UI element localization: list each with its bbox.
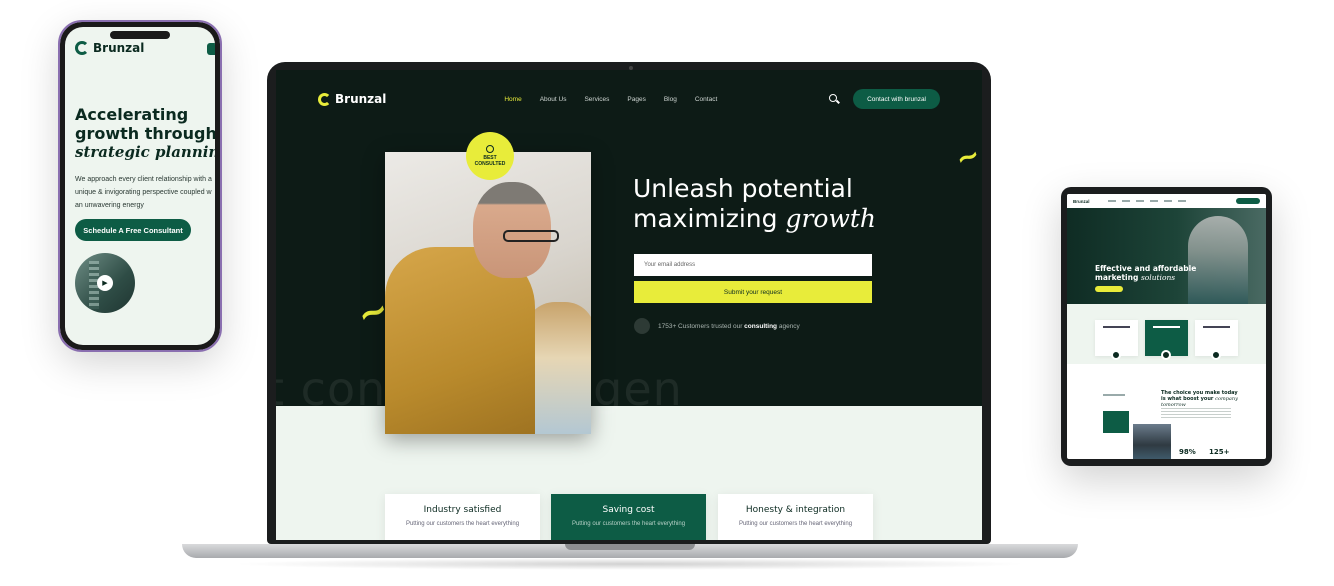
phone-menu-toggle[interactable] — [207, 43, 215, 55]
headline-plain: maximizing — [633, 204, 786, 233]
submit-request-button[interactable]: Submit your request — [634, 281, 872, 303]
phone-video-thumbnail[interactable]: ▶ — [75, 253, 135, 313]
tablet-nav: Brunzal — [1067, 194, 1266, 208]
hero-headline: Unleash potential maximizing growth — [633, 174, 876, 234]
tablet-hero-photo — [1188, 216, 1248, 304]
nav-contact[interactable]: Contact — [695, 96, 717, 103]
phone-notch — [110, 31, 170, 39]
photo-glasses — [503, 230, 559, 242]
feature-card-saving[interactable]: Saving cost Putting our customers the he… — [551, 494, 706, 540]
headline-italic: growth — [785, 204, 877, 233]
tablet-section-label — [1103, 394, 1125, 396]
tablet-stat-2: 125+ — [1209, 448, 1230, 456]
nav-home[interactable]: Home — [504, 96, 521, 103]
badge-line2: CONSULTED — [474, 161, 506, 167]
card-description: Putting our customers the heart everythi… — [405, 521, 520, 527]
tablet-nav-links[interactable] — [1107, 200, 1186, 202]
best-consulted-badge: BEST CONSULTED — [466, 132, 514, 180]
phone-title-line1: Accelerating — [75, 105, 189, 124]
squiggle-decoration-right: ~ — [951, 136, 982, 177]
trust-bold: consulting — [744, 322, 778, 330]
play-icon[interactable]: ▶ — [97, 275, 113, 291]
laptop-device: t consulting agen Brunzal Home About Us … — [267, 62, 991, 544]
card-title: Honesty & integration — [745, 505, 846, 515]
top-navigation: Brunzal Home About Us Services Pages Blo… — [318, 88, 940, 110]
email-input[interactable]: Your email address — [634, 254, 872, 276]
phone-hero-title: Accelerating growth through strategic pl… — [75, 105, 215, 162]
laptop-base-notch — [565, 544, 695, 550]
tablet-brand[interactable]: Brunzal — [1073, 199, 1090, 204]
phone-device: Brunzal Accelerating growth through stra… — [58, 20, 222, 352]
brunzal-logo-icon — [318, 92, 331, 106]
trust-prefix: 1753+ Customers trusted our — [658, 322, 745, 330]
tablet-headline-line2: marketing solutions — [1095, 273, 1196, 282]
tablet-device: Brunzal Effective and affordable marketi… — [1061, 187, 1272, 466]
phone-title-italic: strategic planning — [75, 143, 215, 161]
tablet-nav-button[interactable] — [1236, 198, 1260, 204]
trust-line: 1753+ Customers trusted our consulting a… — [634, 318, 800, 334]
tablet-headline-plain: marketing — [1095, 273, 1141, 282]
tablet-card-icon — [1161, 350, 1171, 360]
tablet-hero-button[interactable] — [1095, 286, 1123, 292]
main-menu: Home About Us Services Pages Blog Contac… — [504, 96, 717, 103]
tablet-section-italic: company — [1215, 396, 1238, 402]
schedule-consultant-button[interactable]: Schedule A Free Consultant — [75, 219, 191, 241]
tablet-headline-italic: solutions — [1140, 273, 1176, 282]
logo-text: Brunzal — [335, 92, 387, 106]
headline-line1: Unleash potential — [633, 174, 853, 203]
tablet-card-icon — [1211, 350, 1221, 360]
tablet-stat-1: 98% — [1179, 448, 1196, 456]
laptop-screen: t consulting agen Brunzal Home About Us … — [276, 70, 982, 540]
nav-blog[interactable]: Blog — [664, 96, 677, 103]
laptop-shadow — [230, 558, 1030, 570]
card-title: Industry satisfied — [423, 505, 502, 515]
laptop-base — [182, 544, 1078, 558]
device-mockup-showcase: Brunzal Accelerating growth through stra… — [0, 0, 1334, 586]
card-description: Putting our customers the heart everythi… — [571, 521, 686, 527]
tablet-portrait-photo — [1133, 424, 1171, 459]
brunzal-logo-icon — [75, 41, 89, 55]
feature-card-honesty[interactable]: Honesty & integration Putting our custom… — [718, 494, 873, 540]
phone-brand[interactable]: Brunzal — [93, 41, 144, 55]
phone-screen: Brunzal Accelerating growth through stra… — [65, 27, 215, 345]
nav-services[interactable]: Services — [584, 96, 609, 103]
hero-photo — [385, 152, 591, 434]
check-badge-icon — [486, 145, 494, 153]
phone-hero-description: We approach every client relationship wi… — [75, 173, 215, 212]
feature-card-industry[interactable]: Industry satisfied Putting our customers… — [385, 494, 540, 540]
trust-text: 1753+ Customers trusted our consulting a… — [658, 323, 800, 330]
tablet-section-text — [1161, 408, 1231, 418]
phone-body-line2: unique & invigorating perspective couple… — [75, 189, 212, 196]
nav-pages[interactable]: Pages — [627, 96, 645, 103]
phone-title-line2: growth through — [75, 124, 215, 143]
nav-about-us[interactable]: About Us — [540, 96, 567, 103]
tablet-card-icon — [1111, 350, 1121, 360]
contact-button[interactable]: Contact with brunzal — [853, 89, 940, 109]
customers-icon — [634, 318, 650, 334]
tablet-screen: Brunzal Effective and affordable marketi… — [1067, 194, 1266, 459]
search-icon[interactable] — [829, 94, 839, 104]
phone-header: Brunzal — [75, 41, 144, 55]
tablet-hero-headline: Effective and affordable marketing solut… — [1095, 264, 1196, 282]
trust-suffix: agency — [777, 322, 800, 330]
card-description: Putting our customers the heart everythi… — [738, 521, 853, 527]
site-logo[interactable]: Brunzal — [318, 92, 386, 106]
tablet-headline-line1: Effective and affordable — [1095, 264, 1197, 273]
headline-line2: maximizing growth — [633, 204, 876, 234]
tablet-section-heading: The choice you make today is what boost … — [1161, 390, 1238, 408]
phone-body-line3: an unwavering energy — [75, 202, 144, 209]
card-title: Saving cost — [602, 505, 655, 515]
phone-body-line1: We approach every client relationship wi… — [75, 176, 212, 183]
tablet-hero: Effective and affordable marketing solut… — [1067, 208, 1266, 304]
tablet-small-card — [1103, 411, 1129, 433]
